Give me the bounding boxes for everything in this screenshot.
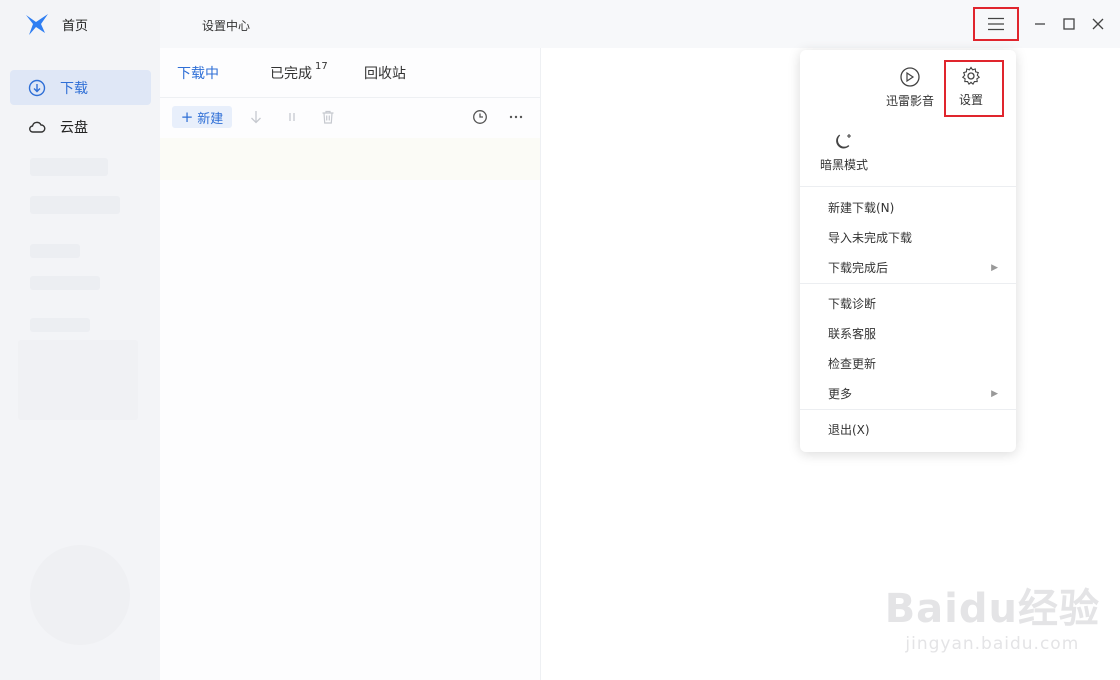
minimize-button[interactable]: [1027, 11, 1053, 37]
maximize-icon: [1063, 18, 1075, 30]
submenu-arrow-icon: ▶: [991, 388, 998, 399]
sidebar: 首页 下载 云盘: [0, 0, 160, 680]
menu-item-label: 联系客服: [828, 327, 877, 341]
delete-button[interactable]: [318, 107, 338, 127]
menu-item-more[interactable]: 更多 ▶: [828, 385, 998, 402]
menu-item-label: 更多: [828, 387, 853, 401]
menu-item-new-download[interactable]: 新建下载(N): [828, 199, 998, 216]
more-options-button[interactable]: [506, 107, 526, 127]
menu-divider: [800, 283, 1016, 284]
download-tabs: 下载中 已完成 17 回收站: [160, 48, 541, 98]
sidebar-item-cloud[interactable]: 云盘: [10, 109, 151, 144]
blurred-nav-placeholder: [30, 318, 90, 332]
menu-item-label: 检查更新: [828, 357, 877, 371]
download-list-panel: 下载中 已完成 17 回收站 + 新建: [160, 48, 541, 680]
menu-item-label: 迅雷影音: [886, 94, 935, 108]
download-toolbar: + 新建: [160, 98, 541, 136]
completed-count-badge: 17: [315, 61, 328, 73]
maximize-button[interactable]: [1056, 11, 1082, 37]
tab-recycle-bin[interactable]: 回收站: [364, 63, 406, 83]
submenu-arrow-icon: ▶: [991, 262, 998, 273]
xunlei-bird-logo-icon: [26, 14, 48, 35]
menu-item-label: 设置: [959, 93, 984, 107]
blurred-nav-placeholder: [18, 340, 138, 420]
moon-icon: [836, 134, 851, 149]
sidebar-item-download[interactable]: 下载: [10, 70, 151, 105]
baidu-jingyan-watermark: Baidu经验 jingyan.baidu.com: [885, 576, 1100, 654]
blurred-nav-placeholder: [30, 196, 120, 214]
main-menu-dropdown: 迅雷影音 设置 暗黑模式 新建下载(N) 导入未完成下载 下载完成后 ▶ 下载诊…: [800, 50, 1016, 452]
blurred-nav-placeholder: [30, 244, 80, 258]
watermark-url: jingyan.baidu.com: [905, 634, 1080, 654]
blurred-download-row: [160, 138, 540, 180]
blurred-nav-placeholder: [30, 276, 100, 290]
ellipsis-icon: [509, 115, 523, 119]
menu-item-contact-support[interactable]: 联系客服: [828, 325, 998, 342]
title-bar: 设置中心: [160, 0, 1120, 48]
menu-item-check-update[interactable]: 检查更新: [828, 355, 998, 372]
tab-downloading[interactable]: 下载中: [177, 63, 219, 83]
gear-icon: [961, 66, 981, 85]
menu-item-label: 下载诊断: [828, 297, 877, 311]
close-icon: [1092, 18, 1104, 30]
menu-item-settings[interactable]: 设置: [959, 65, 983, 108]
schedule-button[interactable]: [470, 107, 490, 127]
menu-divider: [800, 186, 1016, 187]
pause-button[interactable]: [282, 107, 302, 127]
tab-label: 下载中: [177, 66, 219, 82]
new-download-label: 新建: [197, 111, 224, 127]
sidebar-item-label: 云盘: [60, 119, 88, 136]
home-label: 首页: [62, 18, 89, 34]
menu-item-label: 下载完成后: [828, 261, 889, 275]
player-icon: [900, 67, 920, 87]
minimize-icon: [1035, 23, 1045, 25]
watermark-brand: Baidu经验: [884, 586, 1100, 632]
menu-item-diagnose[interactable]: 下载诊断: [828, 295, 998, 312]
menu-item-label: 导入未完成下载: [828, 231, 913, 245]
plus-icon: +: [180, 107, 194, 126]
menu-item-label: 暗黑模式: [820, 158, 869, 172]
pause-icon: [289, 113, 295, 121]
start-download-button[interactable]: [246, 107, 266, 127]
close-button[interactable]: [1085, 11, 1111, 37]
blurred-avatar-placeholder: [30, 545, 130, 645]
new-download-button[interactable]: + 新建: [172, 106, 232, 128]
tab-completed[interactable]: 已完成 17: [270, 61, 328, 83]
menu-item-dark-mode[interactable]: 暗黑模式: [820, 130, 868, 173]
menu-divider: [800, 409, 1016, 410]
trash-icon: [322, 110, 334, 124]
tab-label: 已完成: [270, 66, 312, 82]
cloud-icon: [29, 121, 46, 133]
menu-item-import-download[interactable]: 导入未完成下载: [828, 229, 998, 246]
hamburger-menu-icon: [988, 17, 1004, 31]
menu-item-label: 新建下载(N): [828, 201, 895, 215]
download-circle-icon: [28, 79, 46, 96]
menu-item-exit[interactable]: 退出(X): [828, 421, 998, 438]
main-menu-button[interactable]: [973, 7, 1019, 41]
sidebar-item-label: 下载: [60, 80, 88, 97]
menu-item-label: 退出(X): [828, 423, 870, 437]
home-link[interactable]: 首页: [24, 10, 88, 38]
clock-icon: [473, 110, 487, 124]
tab-label: 回收站: [364, 66, 406, 82]
arrow-down-icon: [251, 111, 261, 124]
window-title: 设置中心: [202, 19, 251, 33]
menu-item-xunlei-player[interactable]: 迅雷影音: [886, 66, 934, 109]
menu-item-after-download[interactable]: 下载完成后 ▶: [828, 259, 998, 276]
blurred-nav-placeholder: [30, 158, 108, 176]
